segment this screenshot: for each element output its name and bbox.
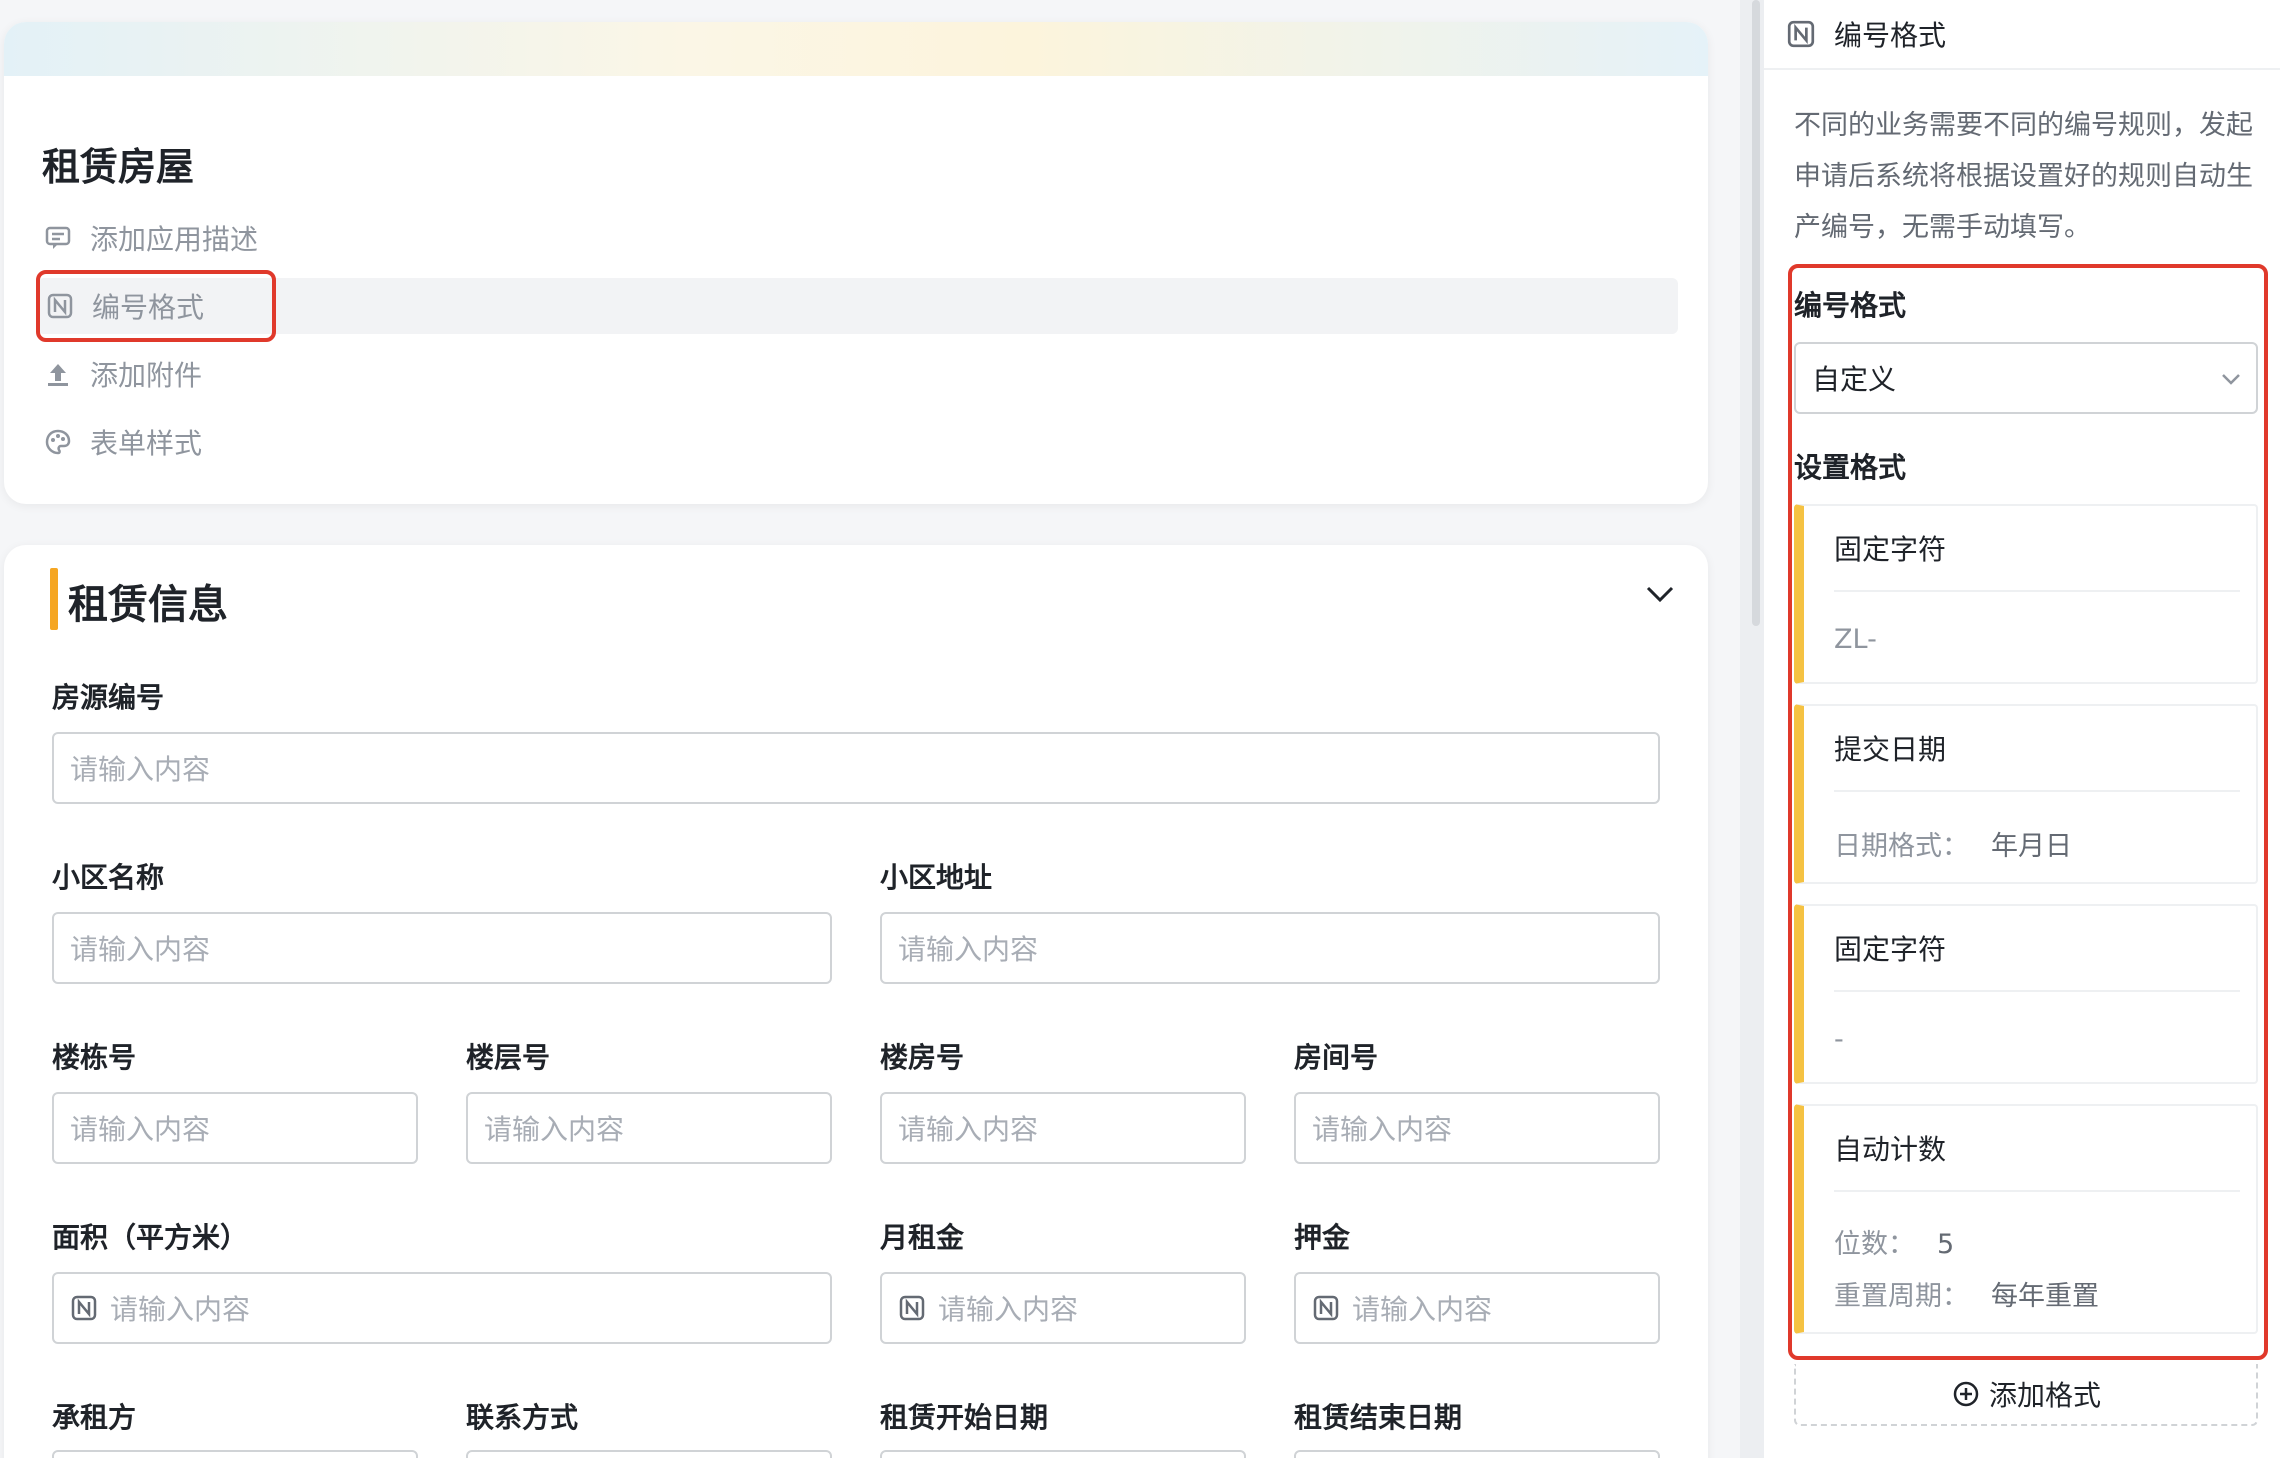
menu-form-style[interactable]: 表单样式 xyxy=(40,414,202,470)
input-placeholder: 请输入内容 xyxy=(484,1113,625,1146)
add-format-label: 添加格式 xyxy=(1988,1379,2101,1412)
format-item-value: - xyxy=(1834,1024,1844,1055)
input-floor-no[interactable]: 请输入内容 xyxy=(466,1092,832,1164)
palette-icon xyxy=(40,424,76,460)
number-field-icon xyxy=(898,1294,926,1322)
collapse-chevron-icon[interactable] xyxy=(1640,574,1680,614)
menu-label: 添加应用描述 xyxy=(90,223,259,256)
input-placeholder: 请输入内容 xyxy=(898,1113,1039,1146)
menu-number-format[interactable]: 编号格式 xyxy=(38,278,1678,334)
input-room-no[interactable]: 请输入内容 xyxy=(1294,1092,1660,1164)
app-title: 租赁房屋 xyxy=(42,145,195,189)
number-field-icon xyxy=(70,1294,98,1322)
panel-description: 不同的业务需要不同的编号规则，发起申请后系统将根据设置好的规则自动生产编号，无需… xyxy=(1794,110,2253,243)
format-item-fixed-text[interactable]: 固定字符 ZL- xyxy=(1794,504,2258,684)
input-area[interactable]: 请输入内容 xyxy=(52,1272,832,1344)
input-unit-no[interactable]: 请输入内容 xyxy=(880,1092,1246,1164)
format-item-digits: 位数： 5 xyxy=(1834,1229,1955,1260)
input-placeholder: 请输入内容 xyxy=(70,1113,211,1146)
format-item-title: 提交日期 xyxy=(1834,733,1947,766)
menu-label: 表单样式 xyxy=(90,427,203,460)
input-placeholder: 请输入内容 xyxy=(70,933,211,966)
divider xyxy=(1834,590,2240,592)
label-monthly-rent: 月租金 xyxy=(880,1221,965,1254)
input-contact[interactable] xyxy=(466,1450,832,1458)
input-placeholder: 请输入内容 xyxy=(1352,1293,1493,1326)
annotation-highlight-number-format xyxy=(36,270,276,342)
comment-icon xyxy=(40,220,76,256)
input-placeholder: 请输入内容 xyxy=(110,1293,251,1326)
plus-circle-icon xyxy=(1951,1379,1981,1409)
format-item-title: 固定字符 xyxy=(1834,533,1947,566)
menu-add-attachment[interactable]: 添加附件 xyxy=(40,346,202,402)
format-item-date-format: 日期格式： 年月日 xyxy=(1834,831,2072,862)
menu-label: 添加附件 xyxy=(90,359,203,392)
app-info-card xyxy=(4,22,1708,504)
label-deposit: 押金 xyxy=(1294,1221,1351,1254)
divider xyxy=(1834,990,2240,992)
format-item-submit-date[interactable]: 提交日期 日期格式： 年月日 xyxy=(1794,704,2258,884)
section-title: 租赁信息 xyxy=(68,582,228,628)
format-item-fixed-text[interactable]: 固定字符 - xyxy=(1794,904,2258,1084)
input-building-no[interactable]: 请输入内容 xyxy=(52,1092,418,1164)
set-format-label: 设置格式 xyxy=(1794,451,1907,484)
label-building-no: 楼栋号 xyxy=(52,1041,137,1074)
panel-header-title: 编号格式 xyxy=(1834,19,1947,52)
label-community-address: 小区地址 xyxy=(880,861,993,894)
upload-icon xyxy=(40,356,76,392)
form-designer-pane: 租赁房屋 添加应用描述 编号格式 添加附件 表单样式 租赁信息 房源编号 请输入… xyxy=(0,0,1740,1458)
card-banner xyxy=(4,22,1708,76)
label-end-date: 租赁结束日期 xyxy=(1294,1401,1463,1434)
label-unit-no: 楼房号 xyxy=(880,1041,965,1074)
label-room-no: 房间号 xyxy=(1294,1041,1379,1074)
label-community-name: 小区名称 xyxy=(52,861,165,894)
scrollbar-thumb[interactable] xyxy=(1752,0,1760,626)
format-item-reset-cycle: 重置周期： 每年重置 xyxy=(1834,1281,2099,1312)
menu-add-description[interactable]: 添加应用描述 xyxy=(40,210,258,266)
input-placeholder: 请输入内容 xyxy=(1312,1113,1453,1146)
number-format-panel: 编号格式 不同的业务需要不同的编号规则，发起申请后系统将根据设置好的规则自动生产… xyxy=(1764,0,2280,1458)
label-start-date: 租赁开始日期 xyxy=(880,1401,1049,1434)
input-deposit[interactable]: 请输入内容 xyxy=(1294,1272,1660,1344)
format-item-value: ZL- xyxy=(1834,624,1877,655)
panel-header: 编号格式 xyxy=(1764,0,2280,70)
add-format-button[interactable]: 添加格式 xyxy=(1794,1364,2258,1426)
input-placeholder: 请输入内容 xyxy=(938,1293,1079,1326)
input-placeholder: 请输入内容 xyxy=(898,933,1039,966)
label-contact: 联系方式 xyxy=(466,1401,579,1434)
format-type-label: 编号格式 xyxy=(1794,289,1907,322)
label-floor-no: 楼层号 xyxy=(466,1041,551,1074)
format-item-auto-counter[interactable]: 自动计数 位数： 5 重置周期： 每年重置 xyxy=(1794,1104,2258,1334)
chevron-down-icon xyxy=(2216,364,2246,394)
number-format-icon xyxy=(1786,19,1816,49)
input-start-date[interactable] xyxy=(880,1450,1246,1458)
format-type-value: 自定义 xyxy=(1812,363,1897,396)
format-item-title: 固定字符 xyxy=(1834,933,1947,966)
format-item-title: 自动计数 xyxy=(1834,1133,1947,1166)
input-tenant[interactable] xyxy=(52,1450,418,1458)
format-type-select[interactable]: 自定义 xyxy=(1794,342,2258,414)
divider xyxy=(1834,790,2240,792)
input-placeholder: 请输入内容 xyxy=(70,753,211,786)
number-field-icon xyxy=(1312,1294,1340,1322)
input-community-name[interactable]: 请输入内容 xyxy=(52,912,832,984)
divider xyxy=(1834,1190,2240,1192)
input-community-address[interactable]: 请输入内容 xyxy=(880,912,1660,984)
label-house-id: 房源编号 xyxy=(52,681,165,714)
label-area: 面积（平方米） xyxy=(52,1221,249,1254)
input-monthly-rent[interactable]: 请输入内容 xyxy=(880,1272,1246,1344)
label-tenant: 承租方 xyxy=(52,1401,137,1434)
input-end-date[interactable] xyxy=(1294,1450,1660,1458)
input-house-id[interactable]: 请输入内容 xyxy=(52,732,1660,804)
section-accent-bar xyxy=(50,568,58,630)
